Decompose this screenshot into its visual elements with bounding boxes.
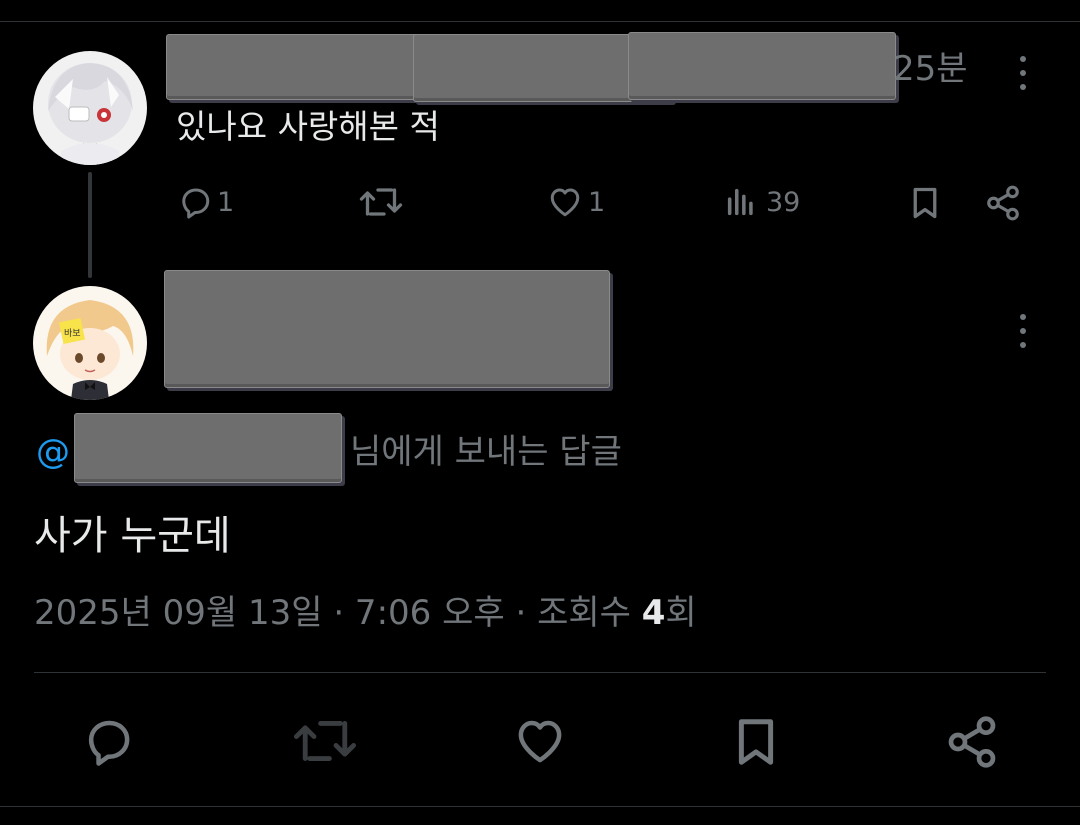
views-icon bbox=[727, 188, 753, 216]
retweet-icon bbox=[293, 720, 357, 762]
main-retweet-button[interactable] bbox=[292, 714, 358, 768]
main-tweet-text: 사가 누군데 bbox=[34, 513, 231, 559]
views-unit: 회 bbox=[665, 593, 697, 633]
replying-to-suffix: 님에게 보내는 답글 bbox=[350, 432, 622, 472]
reply-icon bbox=[182, 188, 210, 219]
main-bookmark-button[interactable] bbox=[729, 714, 783, 770]
tweet-datetime[interactable]: 2025년 09월 13일 · 7:06 오후 · 조회수 bbox=[34, 593, 642, 633]
reply-icon bbox=[88, 720, 130, 766]
parent-avatar[interactable] bbox=[33, 51, 147, 165]
reply-button[interactable]: 1 bbox=[177, 184, 234, 220]
redacted-handle bbox=[628, 32, 896, 100]
main-like-button[interactable] bbox=[512, 714, 568, 768]
bookmark-icon bbox=[913, 187, 937, 219]
svg-text:바보: 바보 bbox=[64, 328, 81, 339]
top-divider bbox=[0, 21, 1080, 22]
tweet-meta: 2025년 09월 13일 · 7:06 오후 · 조회수 4회 bbox=[34, 588, 697, 638]
bottom-divider bbox=[0, 806, 1080, 807]
redacted-display-name bbox=[166, 34, 430, 100]
like-count: 1 bbox=[588, 186, 606, 218]
bookmark-button[interactable] bbox=[907, 184, 943, 222]
main-reply-button[interactable] bbox=[80, 714, 136, 768]
retweet-button[interactable] bbox=[358, 184, 404, 220]
views-button[interactable]: 39 bbox=[724, 184, 800, 220]
parent-tweet-text: 있나요 사랑해본 적 bbox=[176, 107, 440, 146]
like-button[interactable]: 1 bbox=[546, 184, 605, 220]
meta-divider bbox=[34, 672, 1046, 673]
share-icon bbox=[948, 716, 996, 768]
share-button[interactable] bbox=[984, 184, 1022, 222]
mention-at[interactable]: @ bbox=[36, 432, 70, 472]
views-number: 4 bbox=[641, 593, 666, 633]
like-icon bbox=[518, 720, 562, 763]
retweet-icon bbox=[359, 188, 403, 216]
like-icon bbox=[550, 188, 580, 217]
redacted-mention bbox=[74, 413, 342, 483]
thread-connector bbox=[88, 172, 92, 278]
more-icon[interactable] bbox=[1017, 56, 1029, 90]
reply-avatar[interactable]: 바보 bbox=[33, 286, 147, 400]
main-share-button[interactable] bbox=[944, 714, 1000, 770]
reply-count: 1 bbox=[217, 186, 235, 218]
bookmark-icon bbox=[738, 719, 774, 765]
views-count: 39 bbox=[766, 186, 801, 218]
tweet-timestamp[interactable]: 25분 bbox=[893, 46, 968, 92]
share-icon bbox=[987, 185, 1019, 221]
redacted-reply-name bbox=[164, 270, 610, 388]
more-icon[interactable] bbox=[1017, 314, 1029, 348]
